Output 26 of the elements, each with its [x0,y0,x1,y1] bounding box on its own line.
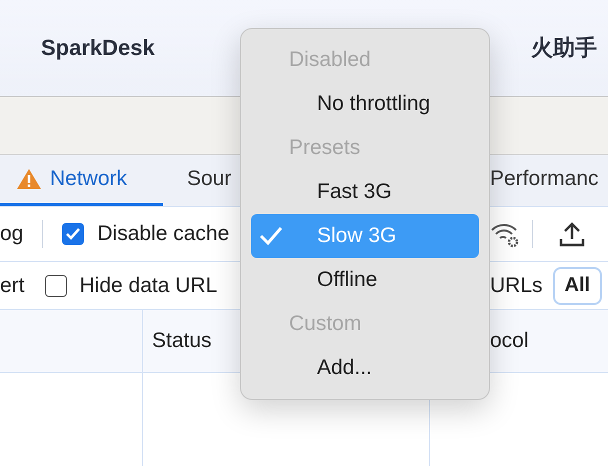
menu-section-header: Disabled [288,47,372,73]
menu-section-header: Custom [288,311,362,337]
checkbox-label[interactable]: Disable cache [62,222,230,246]
checkbox[interactable] [62,223,84,245]
menu-item[interactable]: No throttling [251,82,479,126]
checkmark-icon [259,226,283,246]
column-header[interactable]: Status [152,329,212,353]
checkmark-icon [65,227,82,241]
filter-chip[interactable]: All [552,266,602,304]
tab[interactable]: Performanc [490,155,605,206]
checkbox[interactable] [44,274,67,296]
checkbox-label[interactable]: Hide data URL [44,274,218,298]
upload-icon[interactable] [559,221,585,247]
checkbox-text: ert [0,274,25,298]
checkbox-text: URLs [490,274,543,298]
menu-section-header: Presets [288,135,362,161]
column-header[interactable]: ocol [490,329,529,353]
menu-item[interactable]: Fast 3G [251,170,479,214]
checkbox-text: Disable cache [97,222,230,246]
checkbox-text: Hide data URL [80,274,218,298]
menu-item[interactable]: Offline [251,258,479,302]
app-title: SparkDesk [41,35,155,61]
app-title: 火助手 [531,34,597,62]
tab[interactable]: Sour [163,155,238,206]
menu-item[interactable]: Add... [251,346,479,390]
checkbox-text: og [0,222,24,246]
